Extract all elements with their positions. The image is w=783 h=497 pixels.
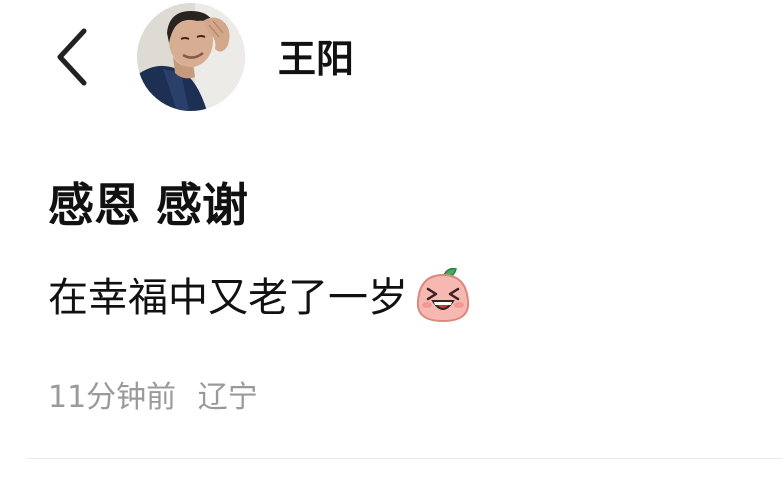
avatar[interactable] bbox=[137, 3, 245, 111]
post-body-text: 在幸福中又老了一岁 bbox=[48, 275, 408, 321]
back-button[interactable] bbox=[50, 25, 94, 89]
laughing-face-emoji-icon bbox=[414, 265, 472, 325]
chevron-left-icon bbox=[57, 28, 87, 86]
post-body: 在幸福中又老了一岁 bbox=[48, 267, 472, 326]
post-location: 辽宁 bbox=[197, 380, 258, 415]
post-meta: 11分钟前 辽宁 bbox=[48, 378, 258, 418]
post-detail-page: 王阳 感恩 感谢 在幸福中又老了一岁 11分钟前 辽宁 bbox=[0, 0, 783, 497]
divider bbox=[26, 458, 783, 459]
post-time: 11分钟前 bbox=[48, 380, 177, 415]
username[interactable]: 王阳 bbox=[278, 34, 354, 84]
avatar-photo-icon bbox=[137, 3, 245, 111]
post-title: 感恩 感谢 bbox=[48, 178, 249, 232]
